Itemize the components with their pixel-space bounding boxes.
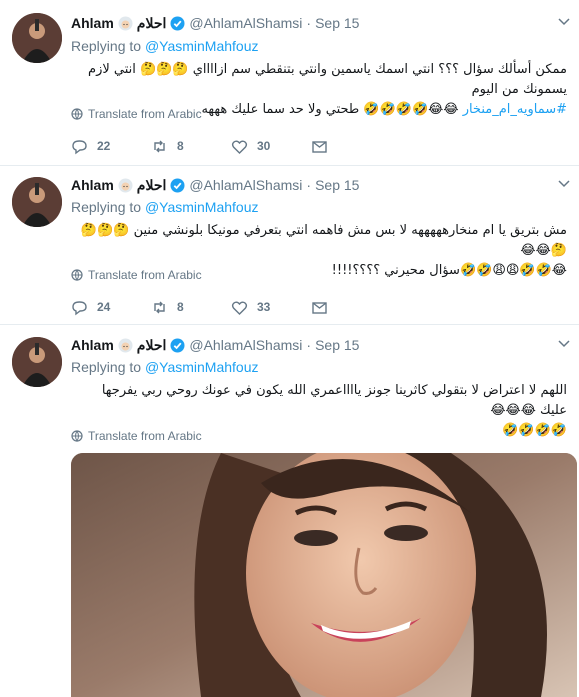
translate-label: Translate from Arabic: [88, 268, 202, 282]
retweet-count: 8: [177, 139, 184, 153]
like-button[interactable]: 33: [231, 299, 311, 316]
hijab-emoji-icon: [118, 16, 133, 31]
tweet-text-line: مش بتريق يا ام منخارهههههه لا بس مش فاهم…: [80, 223, 567, 258]
replying-prefix: Replying to: [71, 359, 142, 375]
message-button[interactable]: [311, 299, 391, 316]
reply-icon: [72, 300, 87, 315]
tweet-header: Ahlam احلام @AhlamAlShamsi · Sep 15: [71, 335, 359, 355]
tweet[interactable]: Ahlam احلام @AhlamAlShamsi · Sep 15 Repl…: [0, 166, 579, 325]
reply-count: 24: [97, 300, 111, 314]
tweet-text-line: ممكن أسألك سؤال ؟؟؟ انتي اسمك ياسمين وان…: [88, 62, 567, 97]
reply-icon: [72, 139, 87, 154]
author-name[interactable]: Ahlam: [71, 177, 114, 193]
separator-dot: ·: [306, 177, 312, 193]
like-count: 33: [257, 300, 271, 314]
avatar[interactable]: [12, 177, 62, 227]
globe-icon: [71, 430, 83, 442]
translate-link[interactable]: Translate from Arabic: [71, 268, 202, 282]
translate-label: Translate from Arabic: [88, 107, 202, 121]
reply-button[interactable]: 22: [71, 138, 151, 155]
retweet-icon: [154, 301, 165, 313]
retweet-button[interactable]: 8: [151, 299, 231, 316]
tweet-actions: 22 8 30: [71, 136, 391, 156]
tweet-text-line: اللهم لا اعتراض لا بتقولي كاثرينا جونز ي…: [101, 383, 567, 418]
replying-to: Replying to @YasminMahfouz: [71, 359, 259, 375]
translate-link[interactable]: Translate from Arabic: [71, 429, 202, 443]
caret-down-icon[interactable]: [557, 336, 571, 350]
tweet-photo[interactable]: [71, 453, 577, 697]
replying-prefix: Replying to: [71, 38, 142, 54]
reply-button[interactable]: 24: [71, 299, 151, 316]
message-icon: [312, 301, 327, 314]
verified-icon: [170, 338, 185, 353]
retweet-button[interactable]: 8: [151, 138, 231, 155]
tweet-text-span: 😂😂🤣🤣🤣🤣 طحتي ولا حد سما عليك هههه: [201, 102, 459, 117]
hijab-emoji-icon: [118, 338, 133, 353]
globe-icon: [71, 269, 83, 281]
tweet-header: Ahlam احلام @AhlamAlShamsi · Sep 15: [71, 13, 359, 33]
translate-link[interactable]: Translate from Arabic: [71, 107, 202, 121]
tweet-timestamp[interactable]: Sep 15: [315, 337, 359, 353]
retweet-count: 8: [177, 300, 184, 314]
author-handle[interactable]: @AhlamAlShamsi: [189, 15, 302, 31]
verified-icon: [170, 178, 185, 193]
like-count: 30: [257, 139, 271, 153]
author-arabic-name[interactable]: احلام: [137, 177, 167, 194]
caret-down-icon[interactable]: [557, 14, 571, 28]
author-arabic-name[interactable]: احلام: [137, 15, 167, 32]
author-arabic-name[interactable]: احلام: [137, 337, 167, 354]
translate-label: Translate from Arabic: [88, 429, 202, 443]
author-name[interactable]: Ahlam: [71, 15, 114, 31]
message-icon: [312, 140, 327, 153]
like-button[interactable]: 30: [231, 138, 311, 155]
globe-icon: [71, 108, 83, 120]
caret-down-icon[interactable]: [557, 176, 571, 190]
replying-to: Replying to @YasminMahfouz: [71, 38, 259, 54]
tweet-timestamp[interactable]: Sep 15: [315, 177, 359, 193]
avatar[interactable]: [12, 13, 62, 63]
separator-dot: ·: [306, 337, 312, 353]
like-icon: [231, 301, 248, 315]
tweet-actions: 24 8 33: [71, 297, 391, 317]
replying-to: Replying to @YasminMahfouz: [71, 199, 259, 215]
avatar[interactable]: [12, 337, 62, 387]
verified-icon: [170, 16, 185, 31]
reply-count: 22: [97, 139, 111, 153]
hashtag-link[interactable]: #سماويه_ام_منخار: [463, 102, 567, 117]
author-handle[interactable]: @AhlamAlShamsi: [189, 337, 302, 353]
retweet-icon: [154, 140, 165, 152]
tweet[interactable]: Ahlam احلام @AhlamAlShamsi · Sep 15 Repl…: [0, 0, 579, 166]
author-name[interactable]: Ahlam: [71, 337, 114, 353]
like-icon: [231, 140, 248, 154]
replying-mention[interactable]: @YasminMahfouz: [145, 199, 259, 215]
replying-mention[interactable]: @YasminMahfouz: [145, 38, 259, 54]
tweet-header: Ahlam احلام @AhlamAlShamsi · Sep 15: [71, 175, 359, 195]
separator-dot: ·: [306, 15, 312, 31]
tweet-timestamp[interactable]: Sep 15: [315, 15, 359, 31]
replying-prefix: Replying to: [71, 199, 142, 215]
hijab-emoji-icon: [118, 178, 133, 193]
author-handle[interactable]: @AhlamAlShamsi: [189, 177, 302, 193]
replying-mention[interactable]: @YasminMahfouz: [145, 359, 259, 375]
message-button[interactable]: [311, 138, 391, 155]
